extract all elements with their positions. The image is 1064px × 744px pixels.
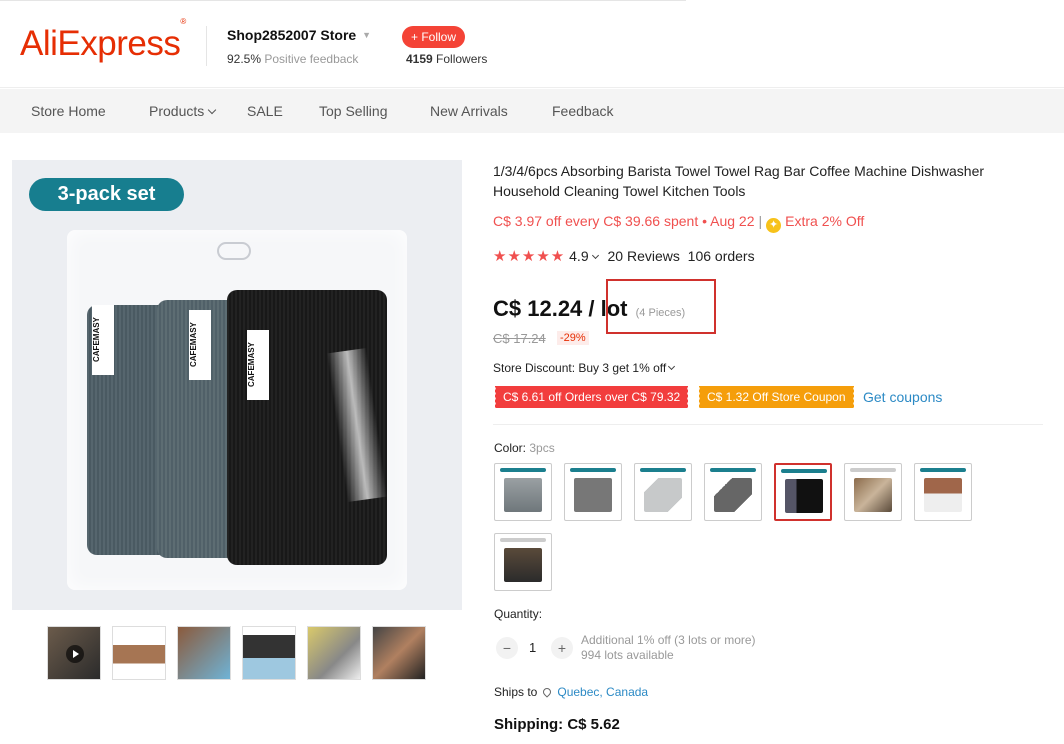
product-title: 1/3/4/6pcs Absorbing Barista Towel Towel… <box>493 163 985 199</box>
rating-value[interactable]: 4.9 <box>569 248 588 264</box>
color-value: 3pcs <box>529 441 555 455</box>
color-swatch[interactable] <box>844 463 902 521</box>
chevron-down-icon[interactable] <box>591 251 599 260</box>
play-icon[interactable] <box>66 645 84 663</box>
discount-badge: -29% <box>557 331 589 345</box>
followers: 4159 Followers <box>406 52 487 66</box>
quantity-info: Additional 1% off (3 lots or more) 994 l… <box>581 633 756 663</box>
chevron-down-icon[interactable] <box>668 362 676 371</box>
reviews-link[interactable]: 20 Reviews <box>608 248 680 264</box>
thumbnail-image[interactable] <box>307 626 361 680</box>
color-swatch[interactable] <box>634 463 692 521</box>
pack-set-badge: 3-pack set <box>29 178 184 211</box>
thumbnail-image[interactable] <box>112 626 166 680</box>
nav-store-home[interactable]: Store Home <box>31 103 106 119</box>
store-feedback: 92.5% Positive feedback <box>227 52 358 66</box>
towel-bag-illustration: CAFEMASY CAFEMASY CAFEMASY <box>67 230 407 590</box>
rating-stars: ★★★★★ <box>493 248 566 265</box>
follow-button[interactable]: + Follow <box>402 26 465 48</box>
store-nav: Store Home Products SALE Top Selling New… <box>0 89 1064 133</box>
ships-to-location[interactable]: Quebec, Canada <box>557 685 648 699</box>
color-swatch-selected[interactable] <box>774 463 832 521</box>
color-swatch[interactable] <box>494 533 552 591</box>
section-divider <box>493 424 1043 425</box>
quantity-value[interactable]: 1 <box>529 640 536 655</box>
bag-hanger-hole <box>217 242 251 260</box>
ships-to: Ships to Quebec, Canada <box>494 685 649 699</box>
store-header: AliExpress® Shop2852007 Store ▼ 92.5% Pos… <box>0 0 1064 88</box>
coupon-orders-over[interactable]: C$ 6.61 off Orders over C$ 79.32 <box>493 386 689 408</box>
coin-icon: ✦ <box>766 218 782 233</box>
shipping-cost: Shipping: C$ 5.62 <box>494 716 620 733</box>
chevron-down-icon <box>208 105 217 115</box>
nav-top-selling[interactable]: Top Selling <box>319 103 388 119</box>
location-pin-icon <box>541 686 554 698</box>
header-divider <box>206 26 207 66</box>
availability-text: 994 lots available <box>581 648 674 662</box>
top-divider <box>0 0 686 1</box>
bulk-discount-text: Additional 1% off (3 lots or more) <box>581 633 756 647</box>
rating-row: ★★★★★ 4.9 20 Reviews 106 orders <box>493 247 755 265</box>
thumbnail-video[interactable] <box>47 626 101 680</box>
color-swatch[interactable] <box>914 463 972 521</box>
main-product-image[interactable]: 3-pack set CAFEMASY CAFEMASY CAFEMASY <box>12 160 462 610</box>
followers-count: 4159 <box>406 52 433 66</box>
promo-line: C$ 3.97 off every C$ 39.66 spent • Aug 2… <box>493 213 865 233</box>
coupon-store[interactable]: C$ 1.32 Off Store Coupon <box>698 386 854 408</box>
nav-new-arrivals[interactable]: New Arrivals <box>430 103 508 119</box>
brand-tag: CAFEMASY <box>189 310 211 380</box>
nav-feedback[interactable]: Feedback <box>552 103 613 119</box>
color-swatch[interactable] <box>704 463 762 521</box>
orders-count: 106 orders <box>687 248 755 264</box>
followers-label: Followers <box>436 52 488 66</box>
highlight-box <box>606 279 716 334</box>
brand-tag: CAFEMASY <box>247 330 269 400</box>
feedback-percent: 92.5% <box>227 52 262 66</box>
nav-products[interactable]: Products <box>149 103 217 119</box>
feedback-label: Positive feedback <box>264 52 359 66</box>
store-discount[interactable]: Store Discount: Buy 3 get 1% off <box>493 361 680 375</box>
quantity-increase-button[interactable]: + <box>551 637 573 659</box>
aliexpress-logo[interactable]: AliExpress® <box>20 17 186 64</box>
promo-extra[interactable]: Extra 2% Off <box>785 213 864 229</box>
color-swatch[interactable] <box>494 463 552 521</box>
caret-down-icon[interactable]: ▼ <box>362 30 371 40</box>
quantity-label: Quantity: <box>494 607 543 621</box>
thumbnail-image[interactable] <box>177 626 231 680</box>
quantity-decrease-button[interactable]: − <box>496 637 518 659</box>
color-label: Color: 3pcs <box>494 441 555 455</box>
brand-tag: CAFEMASY <box>92 305 114 375</box>
color-swatch[interactable] <box>564 463 622 521</box>
nav-sale[interactable]: SALE <box>247 103 283 119</box>
original-price: C$ 17.24 <box>493 331 546 346</box>
store-name[interactable]: Shop2852007 Store ▼ <box>227 27 371 43</box>
thumbnail-image[interactable] <box>242 626 296 680</box>
get-coupons-link[interactable]: Get coupons <box>863 389 942 405</box>
thumbnail-image[interactable] <box>372 626 426 680</box>
promo-text: C$ 3.97 off every C$ 39.66 spent • Aug 2… <box>493 213 755 229</box>
